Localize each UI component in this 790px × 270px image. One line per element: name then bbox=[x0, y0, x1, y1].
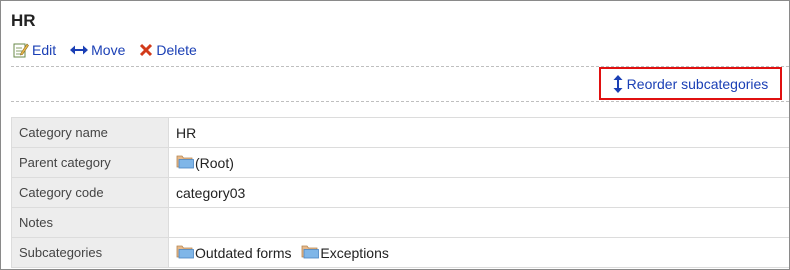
subcategory-link[interactable]: Exceptions bbox=[301, 243, 389, 262]
edit-icon bbox=[13, 42, 29, 58]
delete-icon bbox=[139, 43, 153, 57]
notes-label: Notes bbox=[11, 207, 169, 238]
parent-category-value: (Root) bbox=[168, 147, 789, 178]
action-toolbar: Edit Move Delete bbox=[13, 42, 197, 58]
folder-icon bbox=[301, 243, 320, 262]
move-icon bbox=[70, 44, 89, 56]
edit-label: Edit bbox=[32, 42, 57, 58]
edit-button[interactable]: Edit bbox=[13, 42, 56, 58]
table-row: Category code category03 bbox=[11, 177, 789, 208]
parent-category-label: Parent category bbox=[11, 147, 169, 178]
subcategories-value: Outdated forms Exceptions bbox=[168, 237, 789, 268]
folder-icon bbox=[176, 243, 195, 262]
parent-category-link[interactable]: (Root) bbox=[176, 153, 234, 172]
table-row: Subcategories Outdated forms Exceptions bbox=[11, 237, 789, 268]
table-row: Category name HR bbox=[11, 117, 789, 148]
category-details-table: Category name HR Parent category (Root) … bbox=[11, 117, 789, 268]
table-row: Parent category (Root) bbox=[11, 147, 789, 178]
subcategory-link[interactable]: Outdated forms bbox=[176, 243, 292, 262]
category-details-panel: HR Edit Move Delete Reorder subcategorie… bbox=[0, 0, 790, 270]
move-label: Move bbox=[91, 42, 126, 58]
category-name-label: Category name bbox=[11, 117, 169, 148]
move-button[interactable]: Move bbox=[70, 42, 125, 58]
reorder-label: Reorder subcategories bbox=[626, 75, 769, 92]
category-name-value: HR bbox=[168, 117, 789, 148]
delete-button[interactable]: Delete bbox=[139, 42, 197, 58]
divider bbox=[11, 101, 789, 102]
folder-icon bbox=[176, 153, 195, 172]
subcategory-text: Exceptions bbox=[320, 244, 389, 261]
category-code-value: category03 bbox=[168, 177, 789, 208]
table-row: Notes bbox=[11, 207, 789, 238]
category-code-label: Category code bbox=[11, 177, 169, 208]
page-title: HR bbox=[11, 11, 36, 30]
delete-label: Delete bbox=[156, 42, 197, 58]
reorder-icon bbox=[613, 74, 623, 93]
subcategories-label: Subcategories bbox=[11, 237, 169, 268]
notes-value bbox=[168, 207, 789, 238]
subcategory-text: Outdated forms bbox=[195, 244, 292, 261]
reorder-subcategories-button[interactable]: Reorder subcategories bbox=[599, 67, 782, 100]
parent-category-text: (Root) bbox=[195, 154, 234, 171]
